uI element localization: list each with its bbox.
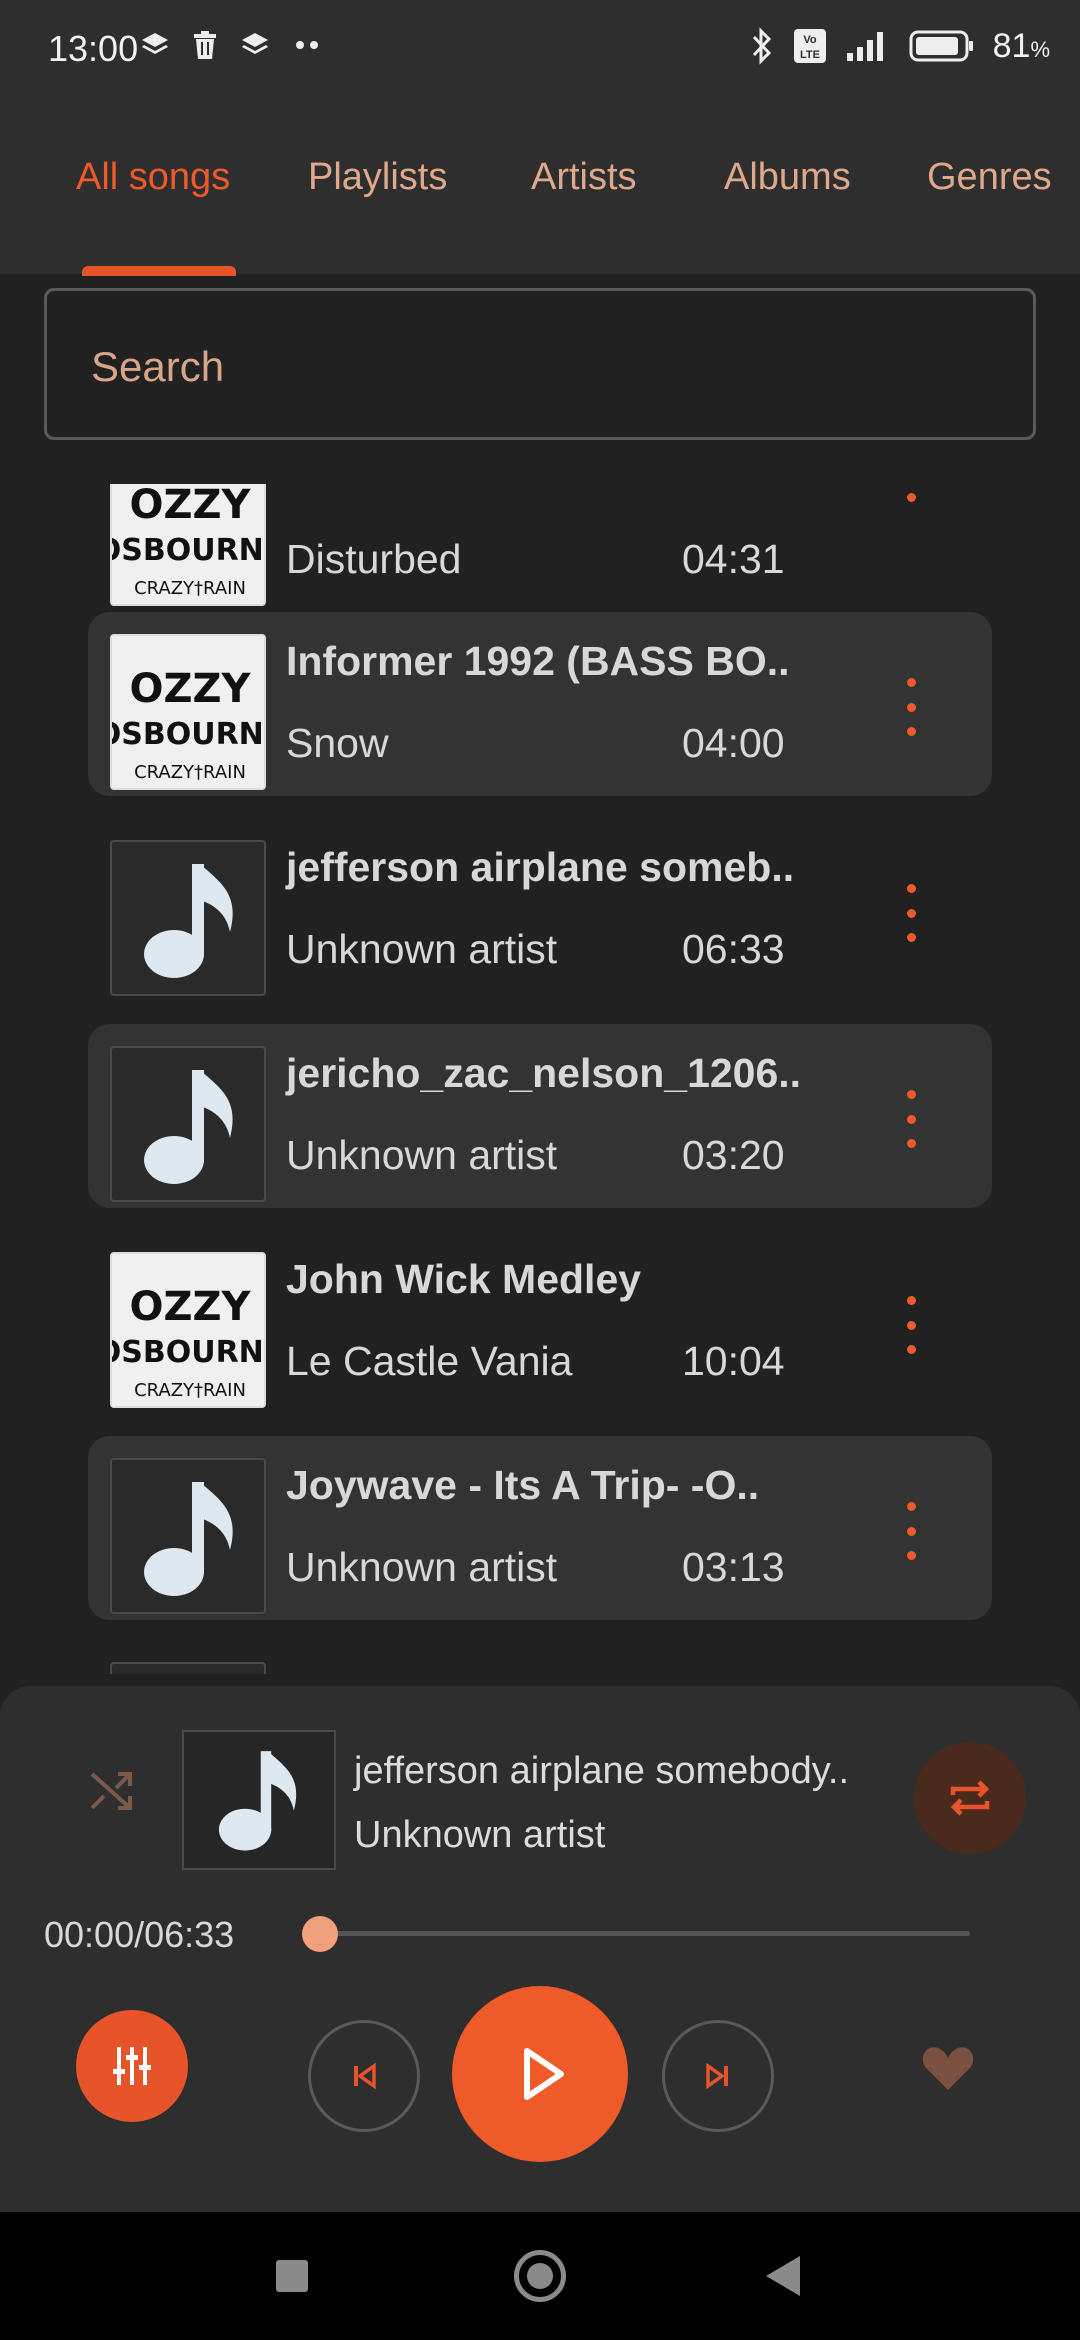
song-row[interactable]: OZZY OSBOURNE CRAZY†RAIN John Wick Medle… (88, 1230, 992, 1414)
song-artist: Le Castle Vania (286, 1338, 573, 1384)
music-note-icon (110, 840, 266, 996)
library-tabs: All songs Playlists Artists Albums Genre… (0, 100, 1080, 276)
volte-icon: Vo LTE (793, 29, 826, 63)
song-row[interactable]: OZZY OSBOURNE CRAZY†RAIN Disturbed 04:31 (88, 484, 992, 612)
more-vert-icon[interactable] (896, 1290, 926, 1360)
play-icon (524, 2048, 564, 2100)
svg-text:Vo: Vo (803, 34, 817, 46)
svg-text:OZZY: OZZY (130, 484, 252, 528)
more-vert-icon[interactable] (896, 1084, 926, 1154)
back-button[interactable] (766, 2256, 800, 2296)
song-title: Informer 1992 (BASS BO.. (286, 638, 790, 684)
song-artist: Snow (286, 720, 389, 766)
tab-artists[interactable]: Artists (531, 156, 637, 199)
trash-icon (194, 31, 216, 59)
system-icons: Vo LTE 81% (749, 26, 1050, 66)
song-row[interactable]: OZZY OSBOURNE CRAZY†RAIN Informer 1992 (… (88, 612, 992, 796)
now-playing-title: jefferson airplane somebody.. (354, 1750, 850, 1792)
battery-percent: 81% (992, 26, 1050, 65)
shuffle-icon[interactable] (86, 1766, 136, 1816)
song-duration: 03:20 (682, 1132, 785, 1178)
now-playing-artist: Unknown artist (354, 1814, 606, 1856)
now-playing-bar: jefferson airplane somebody.. Unknown ar… (0, 1686, 1080, 2212)
song-row[interactable]: jericho_zac_nelson_1206.. Unknown artist… (88, 1024, 992, 1208)
next-button[interactable] (662, 2020, 774, 2132)
song-duration: 10:04 (682, 1338, 785, 1384)
notification-icons (140, 30, 322, 60)
battery-icon (909, 30, 973, 62)
equalizer-icon (113, 2047, 151, 2085)
heart-icon[interactable] (920, 2040, 976, 2096)
album-art: OZZY OSBOURNE CRAZY†RAIN (110, 484, 266, 606)
song-artist: Unknown artist (286, 1132, 558, 1178)
song-duration: 03:13 (682, 1544, 785, 1590)
play-button[interactable] (452, 1986, 628, 2162)
more-dots-icon (296, 41, 318, 49)
song-title: jefferson airplane someb.. (286, 844, 795, 890)
status-time: 13:00 (48, 28, 139, 69)
tab-all-songs[interactable]: All songs (76, 156, 230, 199)
skip-next-icon (706, 2062, 728, 2090)
album-art: OZZY OSBOURNE CRAZY†RAIN (110, 1252, 266, 1408)
layers-icon (242, 33, 268, 54)
bluetooth-icon (752, 27, 771, 65)
home-button[interactable] (514, 2250, 566, 2302)
svg-text:CRAZY†RAIN: CRAZY†RAIN (134, 578, 246, 599)
song-artist: Unknown artist (286, 926, 558, 972)
music-note-icon (110, 1458, 266, 1614)
system-nav-bar (0, 2212, 1080, 2340)
status-bar: 13:00 Vo LTE 81% (0, 0, 1080, 100)
music-note-icon (110, 1046, 266, 1202)
song-duration: 04:31 (682, 536, 785, 582)
more-vert-icon[interactable] (896, 672, 926, 742)
recents-button[interactable] (276, 2260, 308, 2292)
music-note-icon (110, 1662, 266, 1674)
svg-text:OSBOURNE: OSBOURNE (112, 533, 266, 568)
seek-handle[interactable] (302, 1916, 338, 1952)
repeat-icon (950, 1780, 990, 1816)
song-title: John Wick Medley (286, 1256, 642, 1302)
song-row[interactable] (88, 1640, 992, 1674)
svg-text:OZZY: OZZY (130, 1284, 252, 1330)
more-vert-icon[interactable] (896, 484, 926, 508)
tab-albums[interactable]: Albums (724, 156, 851, 199)
svg-text:OSBOURNE: OSBOURNE (112, 1335, 266, 1370)
tab-playlists[interactable]: Playlists (308, 156, 447, 199)
repeat-button[interactable] (914, 1742, 1026, 1854)
seek-bar[interactable] (318, 1931, 970, 1936)
layers-icon (142, 33, 168, 54)
song-duration: 06:33 (682, 926, 785, 972)
svg-text:CRAZY†RAIN: CRAZY†RAIN (134, 762, 246, 783)
search-placeholder: Search (91, 343, 225, 390)
more-vert-icon[interactable] (896, 1496, 926, 1566)
song-title: Joywave - Its A Trip- -O.. (286, 1462, 760, 1508)
svg-text:LTE: LTE (800, 49, 820, 61)
song-row[interactable]: jefferson airplane someb.. Unknown artis… (88, 818, 992, 1002)
music-note-icon (182, 1730, 336, 1870)
song-row[interactable]: Joywave - Its A Trip- -O.. Unknown artis… (88, 1436, 992, 1620)
svg-text:OSBOURNE: OSBOURNE (112, 717, 266, 752)
search-input[interactable]: Search (44, 288, 1036, 440)
more-vert-icon[interactable] (896, 878, 926, 948)
svg-text:OZZY: OZZY (130, 666, 252, 712)
equalizer-button[interactable] (76, 2010, 188, 2122)
signal-icon (846, 32, 883, 61)
song-list[interactable]: OZZY OSBOURNE CRAZY†RAIN Disturbed 04:31… (0, 484, 1080, 1674)
album-art: OZZY OSBOURNE CRAZY†RAIN (110, 634, 266, 790)
svg-text:CRAZY†RAIN: CRAZY†RAIN (134, 1380, 246, 1401)
song-title: jericho_zac_nelson_1206.. (286, 1050, 802, 1096)
previous-button[interactable] (308, 2020, 420, 2132)
tab-indicator (82, 266, 236, 276)
tab-genres[interactable]: Genres (927, 156, 1052, 199)
song-duration: 04:00 (682, 720, 785, 766)
song-artist: Disturbed (286, 536, 462, 582)
song-artist: Unknown artist (286, 1544, 558, 1590)
playback-time: 00:00/06:33 (44, 1914, 235, 1955)
skip-previous-icon (354, 2062, 376, 2090)
